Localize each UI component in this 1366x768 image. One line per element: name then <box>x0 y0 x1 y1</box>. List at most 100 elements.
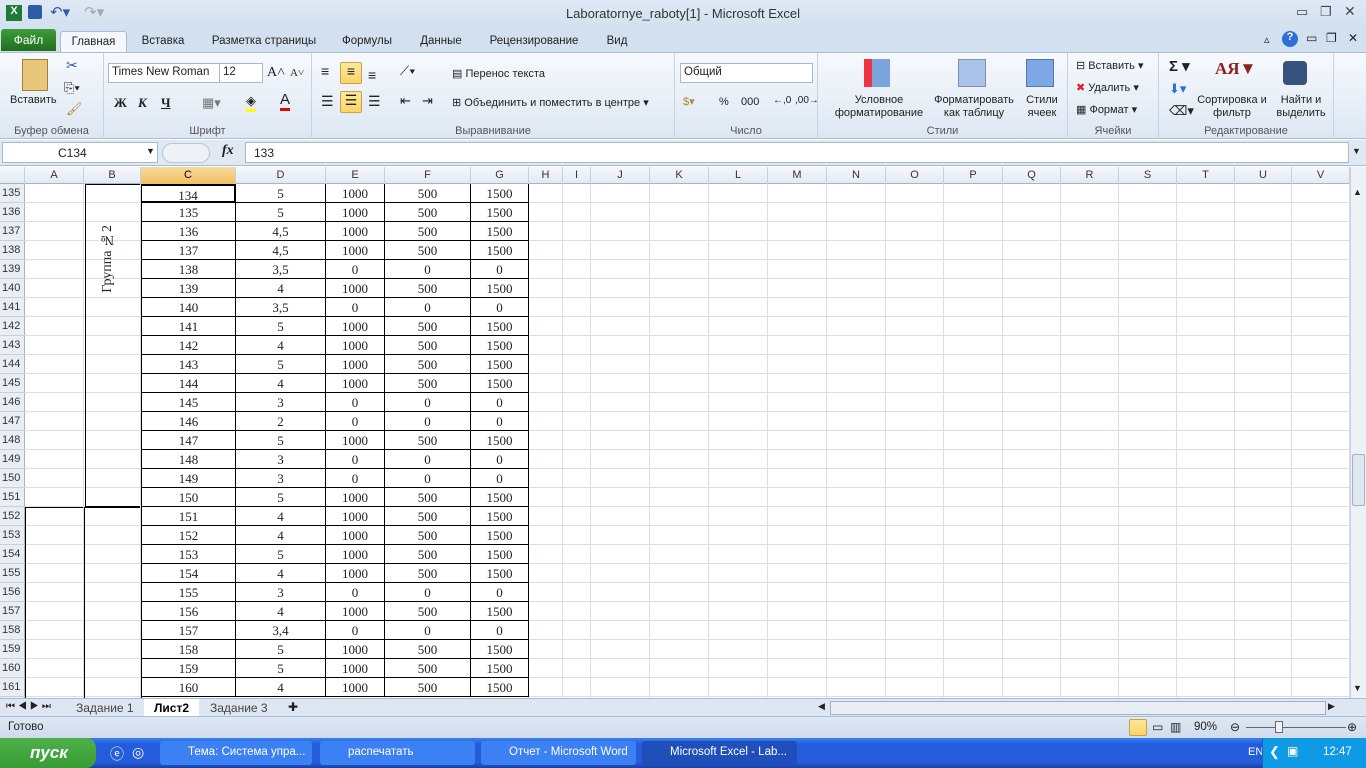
cell-D[interactable]: 3 <box>236 450 326 469</box>
cell-C[interactable]: 154 <box>141 564 236 583</box>
grow-font-icon[interactable]: A˄ <box>267 65 285 81</box>
minimize-ribbon-icon[interactable]: ▵ <box>1264 33 1270 46</box>
align-top-icon[interactable]: ≡ <box>321 63 329 79</box>
cell-F[interactable]: 500 <box>385 564 471 583</box>
row-header[interactable]: 146 <box>0 393 25 412</box>
workbook-minimize-button[interactable]: ▭ <box>1306 31 1317 45</box>
zoom-level[interactable]: 90% <box>1194 721 1217 733</box>
cell-F[interactable]: 500 <box>385 678 471 697</box>
row-header[interactable]: 145 <box>0 374 25 393</box>
cell-F[interactable]: 500 <box>385 203 471 222</box>
cell-F[interactable]: 500 <box>385 241 471 260</box>
underline-button[interactable]: Ч <box>161 95 171 111</box>
cell-E[interactable]: 1000 <box>326 564 385 583</box>
cell-C[interactable]: 140 <box>141 298 236 317</box>
column-header[interactable]: V <box>1292 167 1350 184</box>
cell-E[interactable]: 0 <box>326 412 385 431</box>
cell-C[interactable]: 159 <box>141 659 236 678</box>
cell-G[interactable]: 1500 <box>471 355 529 374</box>
column-header[interactable]: S <box>1119 167 1177 184</box>
zoom-slider-thumb[interactable] <box>1275 721 1284 733</box>
worksheet-grid[interactable]: Группа №2 134 5 1000 500 1500 135 5 1000 500 1500… <box>25 184 1350 698</box>
cell-D[interactable]: 5 <box>236 545 326 564</box>
formula-bar-resize-handle[interactable] <box>162 143 210 163</box>
row-header[interactable]: 135 <box>0 184 25 203</box>
cell-F[interactable]: 500 <box>385 488 471 507</box>
sheet-tab-list2[interactable]: Лист2 <box>144 699 200 716</box>
start-button[interactable]: пуск <box>0 738 96 768</box>
cell-E[interactable]: 1000 <box>326 184 385 203</box>
tab-file[interactable]: Файл <box>1 29 56 51</box>
cell-G[interactable]: 1500 <box>471 488 529 507</box>
cell-G[interactable]: 0 <box>471 469 529 488</box>
vertical-scroll-thumb[interactable] <box>1352 454 1365 506</box>
cell-D[interactable]: 4 <box>236 279 326 298</box>
cell-F[interactable]: 0 <box>385 412 471 431</box>
column-header[interactable]: O <box>886 167 944 184</box>
next-group-cell-b[interactable] <box>84 507 142 698</box>
cell-D[interactable]: 3,4 <box>236 621 326 640</box>
row-header[interactable]: 143 <box>0 336 25 355</box>
insert-cells-button[interactable]: ⊟ Вставить ▾ <box>1076 59 1144 72</box>
format-as-table-button[interactable]: Форматировать как таблицу <box>930 94 1018 120</box>
format-cells-button[interactable]: ▦ Формат ▾ <box>1076 103 1137 116</box>
cell-E[interactable]: 1000 <box>326 507 385 526</box>
font-size-select[interactable]: 12 <box>219 63 263 83</box>
cell-C[interactable]: 149 <box>141 469 236 488</box>
decrease-decimal-icon[interactable]: ,00→ <box>795 95 819 106</box>
cell-G[interactable]: 1500 <box>471 678 529 697</box>
row-header[interactable]: 149 <box>0 450 25 469</box>
cell-G[interactable]: 1500 <box>471 659 529 678</box>
name-box-dropdown-icon[interactable]: ▼ <box>146 146 155 156</box>
cell-D[interactable]: 5 <box>236 488 326 507</box>
align-right-icon[interactable]: ☰ <box>368 93 381 110</box>
cell-F[interactable]: 500 <box>385 545 471 564</box>
cell-F[interactable]: 500 <box>385 279 471 298</box>
expand-formula-bar-icon[interactable]: ▼ <box>1352 146 1361 156</box>
column-header[interactable]: C <box>141 167 236 184</box>
taskbar-item-folder[interactable]: распечатать <box>320 741 475 765</box>
cell-E[interactable]: 0 <box>326 393 385 412</box>
cell-C[interactable]: 145 <box>141 393 236 412</box>
row-header[interactable]: 154 <box>0 545 25 564</box>
cell-D[interactable]: 3,5 <box>236 260 326 279</box>
cell-styles-button[interactable]: Стили ячеек <box>1022 94 1062 120</box>
cell-F[interactable]: 500 <box>385 526 471 545</box>
column-header[interactable]: L <box>709 167 768 184</box>
align-bottom-icon[interactable]: ≡ <box>368 67 376 83</box>
paste-button[interactable]: Вставить <box>10 94 57 106</box>
cell-G[interactable]: 1500 <box>471 431 529 450</box>
cell-G[interactable]: 0 <box>471 298 529 317</box>
show-desktop-icon[interactable]: ◎ <box>132 744 144 761</box>
tray-expand-icon[interactable]: ❮ <box>1269 744 1280 760</box>
cell-G[interactable]: 0 <box>471 583 529 602</box>
column-header[interactable]: P <box>944 167 1003 184</box>
cell-C[interactable]: 152 <box>141 526 236 545</box>
column-header[interactable]: E <box>326 167 385 184</box>
cell-G[interactable]: 1500 <box>471 545 529 564</box>
workbook-restore-button[interactable]: ❐ <box>1326 31 1337 45</box>
column-header[interactable]: J <box>591 167 650 184</box>
cell-E[interactable]: 1000 <box>326 222 385 241</box>
column-header[interactable]: T <box>1177 167 1235 184</box>
cell-C[interactable]: 138 <box>141 260 236 279</box>
align-middle-icon[interactable]: ≡ <box>340 62 362 84</box>
sheet-tab-zadanie-1[interactable]: Задание 1 <box>66 699 144 716</box>
cell-G[interactable]: 1500 <box>471 564 529 583</box>
cell-D[interactable]: 5 <box>236 640 326 659</box>
cell-D[interactable]: 3 <box>236 583 326 602</box>
number-format-select[interactable]: Общий <box>680 63 813 83</box>
cell-E[interactable]: 1000 <box>326 545 385 564</box>
row-header[interactable]: 150 <box>0 469 25 488</box>
row-header[interactable]: 158 <box>0 621 25 640</box>
cell-D[interactable]: 4 <box>236 564 326 583</box>
row-header[interactable]: 161 <box>0 678 25 697</box>
cell-E[interactable]: 1000 <box>326 678 385 697</box>
row-header[interactable]: 138 <box>0 241 25 260</box>
cell-F[interactable]: 500 <box>385 222 471 241</box>
font-color-icon[interactable]: A <box>280 91 291 111</box>
cell-D[interactable]: 3,5 <box>236 298 326 317</box>
cell-E[interactable]: 0 <box>326 298 385 317</box>
autosum-icon[interactable]: Σ ▾ <box>1169 57 1190 75</box>
cell-G[interactable]: 1500 <box>471 241 529 260</box>
